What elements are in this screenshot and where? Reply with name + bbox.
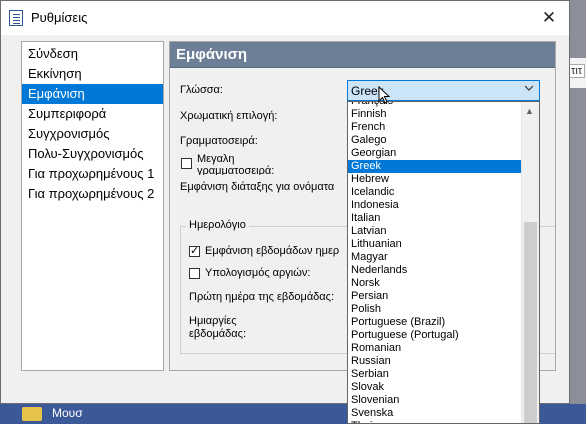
language-option[interactable]: Norsk <box>348 277 523 290</box>
language-option[interactable]: Serbian <box>348 368 523 381</box>
language-option[interactable]: Georgian <box>348 147 523 160</box>
language-option[interactable]: Finnish <box>348 108 523 121</box>
language-option[interactable]: Svenska <box>348 407 523 420</box>
language-option[interactable]: Persian <box>348 290 523 303</box>
window-title: Ρυθμίσεις <box>31 10 88 25</box>
show-weeks-label: Εμφάνιση εβδομάδων ημερ <box>205 245 340 257</box>
mouse-cursor-icon <box>378 86 391 104</box>
sidebar-item-2[interactable]: Εμφάνιση <box>22 84 163 104</box>
language-option[interactable]: Polish <box>348 303 523 316</box>
language-option[interactable]: Icelandic <box>348 186 523 199</box>
sidebar-item-6[interactable]: Για προχωρημένους 1 <box>22 164 163 184</box>
sidebar-item-1[interactable]: Εκκίνηση <box>22 64 163 84</box>
language-dropdown-list[interactable]: Français Finnish French Galego Georgian Greek… <box>347 101 540 424</box>
language-combobox[interactable]: Greek <box>347 80 540 101</box>
large-font-checkbox[interactable] <box>181 158 192 169</box>
sidebar-item-7[interactable]: Για προχωρημένους 2 <box>22 184 163 204</box>
language-option[interactable]: Galego <box>348 134 523 147</box>
language-option[interactable]: Lithuanian <box>348 238 523 251</box>
sidebar-item-4[interactable]: Συγχρονισμός <box>22 124 163 144</box>
background-strip-text: τιτ <box>568 64 586 78</box>
language-option[interactable]: French <box>348 121 523 134</box>
scroll-up-arrow-icon[interactable]: ▲ <box>525 106 534 116</box>
language-option[interactable]: Français <box>348 102 523 108</box>
title-bar: Ρυθμίσεις ✕ <box>1 1 569 35</box>
chevron-down-icon <box>525 85 533 91</box>
language-option[interactable]: Portuguese (Portugal) <box>348 329 523 342</box>
show-weeks-checkbox[interactable] <box>189 244 200 257</box>
close-button[interactable]: ✕ <box>537 7 561 29</box>
background-taskbar-text: Μουσ <box>52 406 83 420</box>
language-option[interactable]: Slovak <box>348 381 523 394</box>
first-day-label: Πρώτη ημέρα της εβδομάδας: <box>189 291 335 303</box>
font-label: Γραμματοσειρά: <box>180 135 258 147</box>
settings-nav-list: Σύνδεση Εκκίνηση Εμφάνιση Συμπεριφορά Συγχρο… <box>21 41 164 371</box>
sidebar-item-0[interactable]: Σύνδεση <box>22 44 163 64</box>
language-option[interactable]: Portuguese (Brazil) <box>348 316 523 329</box>
name-display-label: Εμφάνιση διάταξης για ονόματα <box>180 181 335 193</box>
panel-title: Εμφάνιση <box>170 42 555 68</box>
language-option[interactable]: Italian <box>348 212 523 225</box>
language-option[interactable]: Magyar <box>348 251 523 264</box>
weekdays-label-line2: εβδομάδας: <box>189 328 247 340</box>
scrollbar-thumb[interactable] <box>524 222 537 423</box>
language-option[interactable]: Romanian <box>348 342 523 355</box>
language-option[interactable]: Slovenian <box>348 394 523 407</box>
language-option[interactable]: Indonesia <box>348 199 523 212</box>
language-option[interactable]: Thai <box>348 420 523 423</box>
compute-holidays-checkbox[interactable] <box>189 268 200 279</box>
sidebar-item-5[interactable]: Πολυ-Συγχρονισμός <box>22 144 163 164</box>
color-scheme-label: Χρωματική επιλογή: <box>180 110 278 122</box>
language-option[interactable]: Greek <box>348 160 523 173</box>
folder-icon <box>22 407 42 421</box>
compute-holidays-label: Υπολογισμός αργιών: <box>205 267 311 279</box>
language-label: Γλώσσα: <box>180 84 223 96</box>
language-options: Français Finnish French Galego Georgian Greek… <box>348 102 523 423</box>
weekdays-label-line1: Ημιαργίες <box>189 315 237 327</box>
sidebar-item-3[interactable]: Συμπεριφορά <box>22 104 163 124</box>
language-option[interactable]: Latvian <box>348 225 523 238</box>
language-option[interactable]: Hebrew <box>348 173 523 186</box>
large-font-label: Μεγαλη γραμματοσειρά: <box>197 153 275 175</box>
language-option[interactable]: Russian <box>348 355 523 368</box>
dropdown-scrollbar[interactable]: ▲ <box>521 102 539 423</box>
language-option[interactable]: Nederlands <box>348 264 523 277</box>
list-settings-icon <box>9 10 23 26</box>
calendar-group-title: Ημερολόγιο <box>186 219 249 231</box>
